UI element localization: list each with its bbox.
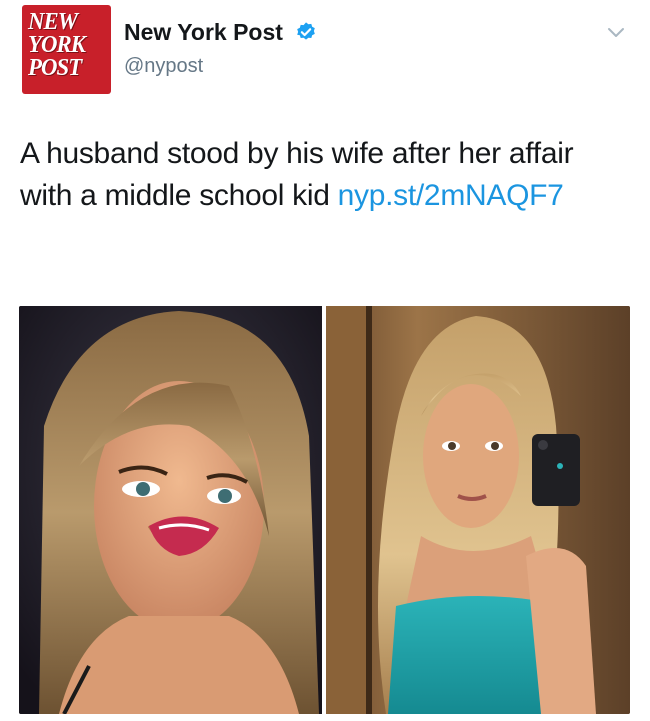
avatar-logo-line: YORK bbox=[28, 32, 86, 58]
media-photo[interactable] bbox=[326, 306, 630, 714]
account-handle[interactable]: @nypost bbox=[124, 55, 203, 78]
photo-right-illustration bbox=[326, 306, 630, 714]
avatar[interactable]: NEW YORK POST bbox=[22, 5, 111, 94]
avatar-logo-line: POST bbox=[28, 55, 82, 81]
tweet-link[interactable]: nyp.st/2mNAQF7 bbox=[338, 179, 564, 212]
verified-badge-icon bbox=[297, 22, 316, 40]
display-name-text: New York Post bbox=[124, 19, 283, 45]
chevron-down-icon[interactable] bbox=[606, 26, 626, 40]
tweet-header: NEW YORK POST New York Post @nypost bbox=[0, 0, 650, 100]
display-name[interactable]: New York Post bbox=[124, 19, 317, 46]
photo-left-illustration bbox=[19, 306, 322, 714]
tweet-text: A husband stood by his wife after her af… bbox=[20, 133, 620, 217]
avatar-logo-line: NEW bbox=[28, 9, 78, 35]
tweet-media[interactable] bbox=[19, 306, 630, 714]
media-photo[interactable] bbox=[19, 306, 322, 714]
